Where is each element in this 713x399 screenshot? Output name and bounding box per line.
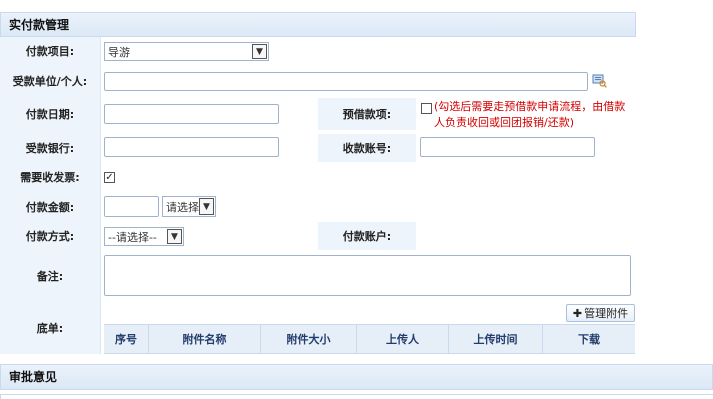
currency-select-value: 请选择 bbox=[166, 200, 199, 214]
date-label: 付款日期: bbox=[0, 100, 100, 128]
method-label-text: 付款方式: bbox=[25, 230, 75, 243]
remark-label: 备注: bbox=[0, 252, 100, 300]
section-title-approval: 审批意见 bbox=[0, 364, 713, 390]
col-download: 下载 bbox=[543, 325, 635, 353]
currency-select[interactable]: 请选择 ▼ bbox=[162, 196, 216, 217]
amount-input[interactable] bbox=[104, 196, 159, 217]
chevron-down-icon: ▼ bbox=[199, 198, 214, 215]
invoice-checkbox[interactable]: ✓ bbox=[104, 172, 115, 183]
section-title-text: 实付款管理 bbox=[9, 18, 70, 32]
invoice-label: 需要收发票: bbox=[0, 164, 100, 190]
approval-panel bbox=[0, 394, 713, 399]
col-download-text: 下载 bbox=[578, 333, 600, 346]
col-name-text: 附件名称 bbox=[182, 333, 227, 346]
bank-input[interactable] bbox=[104, 137, 279, 157]
attach-label-text: 底单: bbox=[36, 322, 64, 335]
col-index-text: 序号 bbox=[115, 333, 137, 346]
date-input[interactable] bbox=[104, 104, 279, 124]
col-name: 附件名称 bbox=[149, 325, 261, 353]
remark-label-text: 备注: bbox=[36, 270, 64, 283]
col-index: 序号 bbox=[104, 325, 149, 353]
invoice-label-text: 需要收发票: bbox=[20, 171, 80, 184]
manage-attachments-label: 管理附件 bbox=[584, 307, 629, 320]
check-icon: ✓ bbox=[105, 171, 114, 183]
advance-label: 预借款项: bbox=[318, 98, 416, 130]
date-label-text: 付款日期: bbox=[25, 108, 75, 121]
account-label: 收款账号: bbox=[318, 134, 416, 162]
item-label-text: 付款项目: bbox=[25, 45, 75, 58]
advance-checkbox[interactable] bbox=[421, 103, 432, 114]
manage-attachments-button[interactable]: ✚ 管理附件 bbox=[566, 304, 635, 322]
plus-icon: ✚ bbox=[572, 306, 583, 320]
select-payee-icon[interactable] bbox=[592, 73, 607, 88]
col-uploader-text: 上传人 bbox=[386, 333, 419, 346]
attachments-table-header: 序号 附件名称 附件大小 上传人 上传时间 下载 bbox=[104, 324, 635, 354]
payee-label: 受款单位/个人: bbox=[0, 68, 100, 94]
chevron-down-icon: ▼ bbox=[252, 44, 267, 59]
item-select[interactable]: 导游 ▼ bbox=[104, 42, 269, 61]
bank-label-text: 受款银行: bbox=[25, 142, 75, 155]
method-select[interactable]: --请选择-- ▼ bbox=[104, 227, 184, 246]
advance-note: (勾选后需要走预借款申请流程，由借款人负责收回或回团报销/还款) bbox=[434, 99, 634, 133]
col-upload-time-text: 上传时间 bbox=[473, 333, 518, 346]
item-select-value: 导游 bbox=[108, 45, 130, 59]
attach-label: 底单: bbox=[0, 302, 100, 354]
divider bbox=[100, 37, 101, 354]
remark-textarea[interactable] bbox=[104, 255, 631, 296]
bank-label: 受款银行: bbox=[0, 134, 100, 162]
item-label: 付款项目: bbox=[0, 38, 100, 64]
payee-input[interactable] bbox=[104, 72, 588, 91]
account-label-text: 收款账号: bbox=[342, 142, 392, 155]
col-uploader: 上传人 bbox=[357, 325, 449, 353]
advance-note-text: (勾选后需要走预借款申请流程，由借款人负责收回或回团报销/还款) bbox=[434, 100, 626, 129]
amount-label: 付款金额: bbox=[0, 193, 100, 221]
amount-label-text: 付款金额: bbox=[25, 201, 75, 214]
section-title-payment: 实付款管理 bbox=[0, 12, 636, 37]
chevron-down-icon: ▼ bbox=[167, 229, 182, 244]
method-label: 付款方式: bbox=[0, 222, 100, 250]
col-size-text: 附件大小 bbox=[286, 333, 331, 346]
payer-account-label: 付款账户: bbox=[318, 222, 416, 250]
section-title-approval-text: 审批意见 bbox=[9, 370, 58, 384]
col-upload-time: 上传时间 bbox=[449, 325, 543, 353]
payer-account-label-text: 付款账户: bbox=[342, 230, 392, 243]
method-select-value: --请选择-- bbox=[108, 230, 157, 244]
advance-label-text: 预借款项: bbox=[342, 108, 392, 121]
col-size: 附件大小 bbox=[261, 325, 357, 353]
payee-label-text: 受款单位/个人: bbox=[12, 75, 88, 88]
account-input[interactable] bbox=[420, 137, 595, 157]
